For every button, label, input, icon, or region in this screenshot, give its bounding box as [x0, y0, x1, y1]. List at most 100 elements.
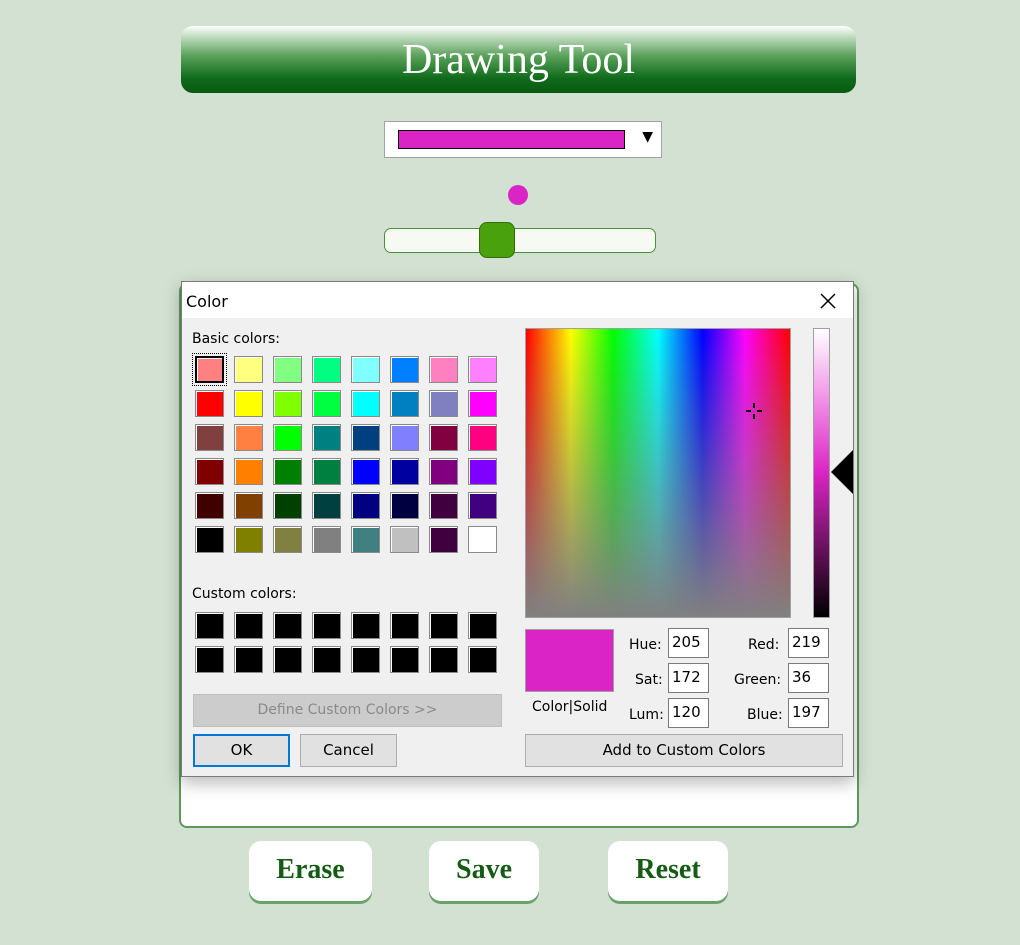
custom-color-swatch[interactable] [234, 612, 263, 639]
blue-input[interactable]: 197 [788, 698, 829, 728]
basic-color-swatch[interactable] [234, 390, 263, 417]
basic-color-swatch[interactable] [351, 390, 380, 417]
basic-color-swatch[interactable] [468, 526, 497, 553]
basic-color-swatch[interactable] [390, 526, 419, 553]
basic-color-swatch[interactable] [468, 356, 497, 383]
basic-color-swatch[interactable] [468, 458, 497, 485]
basic-color-swatch[interactable] [195, 424, 224, 451]
basic-color-swatch[interactable] [468, 492, 497, 519]
custom-color-swatch[interactable] [351, 646, 380, 673]
color-preview [525, 629, 614, 692]
color-dialog: Color Basic colors: Custom colors: Defin… [181, 281, 854, 777]
lum-label: Lum: [629, 707, 664, 723]
dialog-title: Color [186, 292, 228, 311]
lum-input[interactable]: 120 [668, 698, 709, 728]
custom-color-swatch[interactable] [312, 646, 341, 673]
basic-color-swatch[interactable] [429, 492, 458, 519]
crosshair-icon [746, 403, 762, 419]
basic-color-swatch[interactable] [234, 526, 263, 553]
app-header: Drawing Tool [181, 26, 856, 93]
basic-color-swatch[interactable] [273, 424, 302, 451]
basic-color-swatch[interactable] [390, 424, 419, 451]
custom-color-swatch[interactable] [312, 612, 341, 639]
basic-color-swatch[interactable] [273, 526, 302, 553]
custom-color-swatch[interactable] [468, 612, 497, 639]
custom-color-swatch[interactable] [429, 612, 458, 639]
basic-color-swatch[interactable] [195, 526, 224, 553]
custom-color-swatch[interactable] [468, 646, 497, 673]
custom-color-swatch[interactable] [273, 612, 302, 639]
basic-color-swatch[interactable] [234, 356, 263, 383]
green-input[interactable]: 36 [788, 663, 829, 693]
ok-button[interactable]: OK [193, 734, 290, 767]
cancel-button[interactable]: Cancel [300, 734, 397, 767]
basic-color-swatch[interactable] [234, 492, 263, 519]
basic-color-swatch[interactable] [429, 390, 458, 417]
basic-color-swatch[interactable] [234, 458, 263, 485]
red-label: Red: [748, 637, 780, 653]
basic-color-swatch[interactable] [192, 353, 227, 386]
color-picker-select[interactable]: ▼ [384, 121, 662, 158]
dialog-titlebar: Color [182, 282, 853, 318]
basic-color-swatch[interactable] [351, 526, 380, 553]
basic-color-swatch[interactable] [468, 424, 497, 451]
basic-color-swatch[interactable] [312, 356, 341, 383]
custom-color-swatch[interactable] [234, 646, 263, 673]
brush-size-slider[interactable] [384, 228, 656, 253]
basic-color-swatch[interactable] [273, 458, 302, 485]
basic-color-swatch[interactable] [312, 424, 341, 451]
basic-color-swatch[interactable] [195, 458, 224, 485]
color-solid-label: Color|Solid [532, 699, 608, 715]
luminosity-bar[interactable] [813, 328, 830, 618]
basic-color-swatch[interactable] [273, 492, 302, 519]
save-button[interactable]: Save [429, 841, 539, 901]
basic-color-swatch[interactable] [429, 458, 458, 485]
hue-input[interactable]: 205 [668, 628, 709, 658]
basic-color-swatch[interactable] [429, 526, 458, 553]
erase-button[interactable]: Erase [249, 841, 372, 901]
basic-color-swatch[interactable] [312, 458, 341, 485]
custom-color-swatch[interactable] [273, 646, 302, 673]
basic-color-swatch[interactable] [195, 492, 224, 519]
basic-colors-label: Basic colors: [192, 331, 280, 347]
green-label: Green: [734, 672, 782, 688]
define-custom-colors-button: Define Custom Colors >> [193, 694, 502, 727]
custom-color-swatch[interactable] [195, 646, 224, 673]
basic-color-swatch[interactable] [351, 356, 380, 383]
custom-color-swatch[interactable] [429, 646, 458, 673]
basic-color-swatch[interactable] [273, 356, 302, 383]
basic-color-swatch[interactable] [195, 390, 224, 417]
sat-label: Sat: [635, 672, 663, 688]
basic-color-swatch[interactable] [312, 526, 341, 553]
basic-color-swatch[interactable] [429, 356, 458, 383]
luminosity-arrow-icon[interactable] [831, 450, 853, 494]
selected-color-swatch [398, 130, 625, 149]
basic-color-swatch[interactable] [429, 424, 458, 451]
basic-color-swatch[interactable] [273, 390, 302, 417]
close-icon[interactable] [818, 291, 838, 311]
basic-color-swatch[interactable] [390, 390, 419, 417]
basic-color-swatch[interactable] [390, 458, 419, 485]
custom-color-swatch[interactable] [195, 612, 224, 639]
basic-color-swatch[interactable] [312, 390, 341, 417]
custom-color-swatch[interactable] [351, 612, 380, 639]
blue-label: Blue: [747, 707, 783, 723]
add-to-custom-colors-button[interactable]: Add to Custom Colors [525, 734, 843, 767]
brush-size-slider-thumb[interactable] [479, 222, 515, 258]
custom-color-swatch[interactable] [390, 612, 419, 639]
basic-color-swatch[interactable] [351, 458, 380, 485]
basic-color-swatch[interactable] [234, 424, 263, 451]
color-spectrum[interactable] [525, 328, 791, 618]
basic-color-swatch[interactable] [312, 492, 341, 519]
basic-color-swatch[interactable] [390, 492, 419, 519]
sat-input[interactable]: 172 [668, 663, 709, 693]
basic-color-swatch[interactable] [390, 356, 419, 383]
basic-color-swatch[interactable] [351, 424, 380, 451]
reset-button[interactable]: Reset [608, 841, 728, 901]
dropdown-arrow-icon: ▼ [642, 129, 653, 145]
custom-color-swatch[interactable] [390, 646, 419, 673]
basic-color-swatch[interactable] [468, 390, 497, 417]
basic-color-swatch[interactable] [351, 492, 380, 519]
red-input[interactable]: 219 [788, 628, 829, 658]
brush-preview-dot [508, 185, 528, 205]
